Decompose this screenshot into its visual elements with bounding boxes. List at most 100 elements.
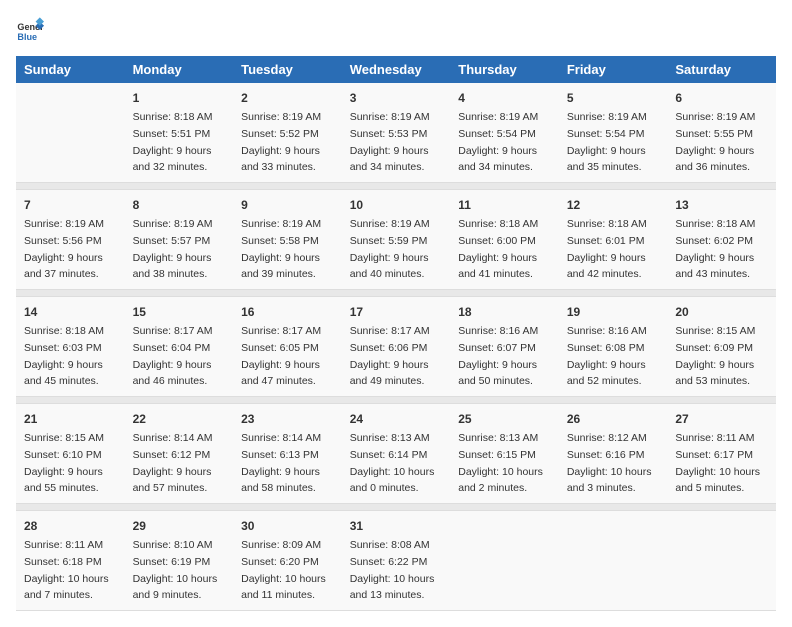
day-info: Sunrise: 8:19 AMSunset: 5:53 PMDaylight:…	[350, 111, 430, 173]
day-info: Sunrise: 8:19 AMSunset: 5:59 PMDaylight:…	[350, 218, 430, 280]
separator-cell	[667, 290, 776, 297]
day-number: 29	[133, 517, 226, 535]
calendar-cell: 17 Sunrise: 8:17 AMSunset: 6:06 PMDayligh…	[342, 297, 451, 397]
day-number: 7	[24, 196, 117, 214]
day-number: 27	[675, 410, 768, 428]
day-info: Sunrise: 8:12 AMSunset: 6:16 PMDaylight:…	[567, 432, 652, 494]
calendar-cell: 10Sunrise: 8:19 AMSunset: 5:59 PMDayligh…	[342, 190, 451, 290]
week-row-4: 28 Sunrise: 8:11 AMSunset: 6:18 PMDayligh…	[16, 511, 776, 611]
calendar-cell: 5Sunrise: 8:19 AMSunset: 5:54 PMDaylight…	[559, 83, 668, 183]
day-info: Sunrise: 8:19 AMSunset: 5:57 PMDaylight:…	[133, 218, 213, 280]
day-info: Sunrise: 8:18 AMSunset: 6:00 PMDaylight:…	[458, 218, 538, 280]
calendar-cell: 28 Sunrise: 8:11 AMSunset: 6:18 PMDayligh…	[16, 511, 125, 611]
separator-cell	[233, 504, 342, 511]
calendar-cell: 12Sunrise: 8:18 AMSunset: 6:01 PMDayligh…	[559, 190, 668, 290]
separator-cell	[450, 504, 559, 511]
day-info: Sunrise: 8:17 AMSunset: 6:04 PMDaylight:…	[133, 325, 213, 387]
day-number: 22	[133, 410, 226, 428]
day-info: Sunrise: 8:17 AMSunset: 6:06 PMDaylight:…	[350, 325, 430, 387]
svg-text:Blue: Blue	[17, 32, 37, 42]
calendar-cell: 26 Sunrise: 8:12 AMSunset: 6:16 PMDayligh…	[559, 404, 668, 504]
calendar-cell: 27Sunrise: 8:11 AMSunset: 6:17 PMDayligh…	[667, 404, 776, 504]
day-info: Sunrise: 8:11 AMSunset: 6:18 PMDaylight:…	[24, 539, 109, 601]
calendar-cell: 21 Sunrise: 8:15 AMSunset: 6:10 PMDayligh…	[16, 404, 125, 504]
day-number: 19	[567, 303, 660, 321]
separator-cell	[342, 504, 451, 511]
separator-cell	[125, 290, 234, 297]
separator-cell	[125, 397, 234, 404]
weekday-header-monday: Monday	[125, 56, 234, 83]
calendar-cell: 31 Sunrise: 8:08 AMSunset: 6:22 PMDayligh…	[342, 511, 451, 611]
day-number: 1	[133, 89, 226, 107]
day-number: 14	[24, 303, 117, 321]
calendar-cell: 18Sunrise: 8:16 AMSunset: 6:07 PMDayligh…	[450, 297, 559, 397]
day-info: Sunrise: 8:18 AMSunset: 6:02 PMDaylight:…	[675, 218, 755, 280]
day-info: Sunrise: 8:13 AMSunset: 6:14 PMDaylight:…	[350, 432, 435, 494]
separator-cell	[233, 397, 342, 404]
day-info: Sunrise: 8:16 AMSunset: 6:07 PMDaylight:…	[458, 325, 538, 387]
day-info: Sunrise: 8:15 AMSunset: 6:10 PMDaylight:…	[24, 432, 104, 494]
week-row-2: 14Sunrise: 8:18 AMSunset: 6:03 PMDayligh…	[16, 297, 776, 397]
separator-cell	[342, 397, 451, 404]
calendar-cell: 16Sunrise: 8:17 AMSunset: 6:05 PMDayligh…	[233, 297, 342, 397]
day-info: Sunrise: 8:08 AMSunset: 6:22 PMDaylight:…	[350, 539, 435, 601]
day-number: 24	[350, 410, 443, 428]
calendar-cell: 2 Sunrise: 8:19 AMSunset: 5:52 PMDaylight…	[233, 83, 342, 183]
day-number: 21	[24, 410, 117, 428]
page-header: General Blue	[16, 16, 776, 44]
calendar-body: 1Sunrise: 8:18 AMSunset: 5:51 PMDaylight…	[16, 83, 776, 611]
calendar-cell: 9Sunrise: 8:19 AMSunset: 5:58 PMDaylight…	[233, 190, 342, 290]
calendar-cell: 22Sunrise: 8:14 AMSunset: 6:12 PMDayligh…	[125, 404, 234, 504]
calendar-cell: 14Sunrise: 8:18 AMSunset: 6:03 PMDayligh…	[16, 297, 125, 397]
day-number: 23	[241, 410, 334, 428]
calendar-cell: 4Sunrise: 8:19 AMSunset: 5:54 PMDaylight…	[450, 83, 559, 183]
separator-cell	[559, 290, 668, 297]
calendar-cell: 15 Sunrise: 8:17 AMSunset: 6:04 PMDayligh…	[125, 297, 234, 397]
day-number: 20	[675, 303, 768, 321]
separator-cell	[16, 290, 125, 297]
separator-cell	[16, 504, 125, 511]
calendar-cell: 13Sunrise: 8:18 AMSunset: 6:02 PMDayligh…	[667, 190, 776, 290]
day-info: Sunrise: 8:10 AMSunset: 6:19 PMDaylight:…	[133, 539, 218, 601]
calendar-cell: 7 Sunrise: 8:19 AMSunset: 5:56 PMDaylight…	[16, 190, 125, 290]
day-number: 17	[350, 303, 443, 321]
weekday-header-wednesday: Wednesday	[342, 56, 451, 83]
week-row-0: 1Sunrise: 8:18 AMSunset: 5:51 PMDaylight…	[16, 83, 776, 183]
separator-cell	[125, 504, 234, 511]
logo: General Blue	[16, 16, 44, 44]
calendar-cell: 25Sunrise: 8:13 AMSunset: 6:15 PMDayligh…	[450, 404, 559, 504]
separator-cell	[233, 183, 342, 190]
day-info: Sunrise: 8:16 AMSunset: 6:08 PMDaylight:…	[567, 325, 647, 387]
day-number: 25	[458, 410, 551, 428]
calendar-cell: 30Sunrise: 8:09 AMSunset: 6:20 PMDayligh…	[233, 511, 342, 611]
day-info: Sunrise: 8:14 AMSunset: 6:13 PMDaylight:…	[241, 432, 321, 494]
day-number: 15	[133, 303, 226, 321]
separator-cell	[667, 397, 776, 404]
logo-icon: General Blue	[16, 16, 44, 44]
separator-cell	[342, 183, 451, 190]
calendar-cell: 3Sunrise: 8:19 AMSunset: 5:53 PMDaylight…	[342, 83, 451, 183]
week-separator	[16, 290, 776, 297]
day-info: Sunrise: 8:19 AMSunset: 5:54 PMDaylight:…	[458, 111, 538, 173]
week-separator	[16, 183, 776, 190]
separator-cell	[450, 397, 559, 404]
calendar-cell: 8Sunrise: 8:19 AMSunset: 5:57 PMDaylight…	[125, 190, 234, 290]
week-row-3: 21 Sunrise: 8:15 AMSunset: 6:10 PMDayligh…	[16, 404, 776, 504]
day-number: 2	[241, 89, 334, 107]
week-row-1: 7 Sunrise: 8:19 AMSunset: 5:56 PMDaylight…	[16, 190, 776, 290]
calendar-cell: 6Sunrise: 8:19 AMSunset: 5:55 PMDaylight…	[667, 83, 776, 183]
week-separator	[16, 504, 776, 511]
week-separator	[16, 397, 776, 404]
weekday-header-friday: Friday	[559, 56, 668, 83]
separator-cell	[667, 504, 776, 511]
day-number: 26	[567, 410, 660, 428]
day-number: 31	[350, 517, 443, 535]
day-info: Sunrise: 8:15 AMSunset: 6:09 PMDaylight:…	[675, 325, 755, 387]
calendar-cell: 23 Sunrise: 8:14 AMSunset: 6:13 PMDayligh…	[233, 404, 342, 504]
day-number: 28	[24, 517, 117, 535]
day-info: Sunrise: 8:19 AMSunset: 5:54 PMDaylight:…	[567, 111, 647, 173]
calendar-cell: 19 Sunrise: 8:16 AMSunset: 6:08 PMDayligh…	[559, 297, 668, 397]
day-info: Sunrise: 8:19 AMSunset: 5:56 PMDaylight:…	[24, 218, 104, 280]
day-info: Sunrise: 8:19 AMSunset: 5:52 PMDaylight:…	[241, 111, 321, 173]
calendar-cell	[16, 83, 125, 183]
